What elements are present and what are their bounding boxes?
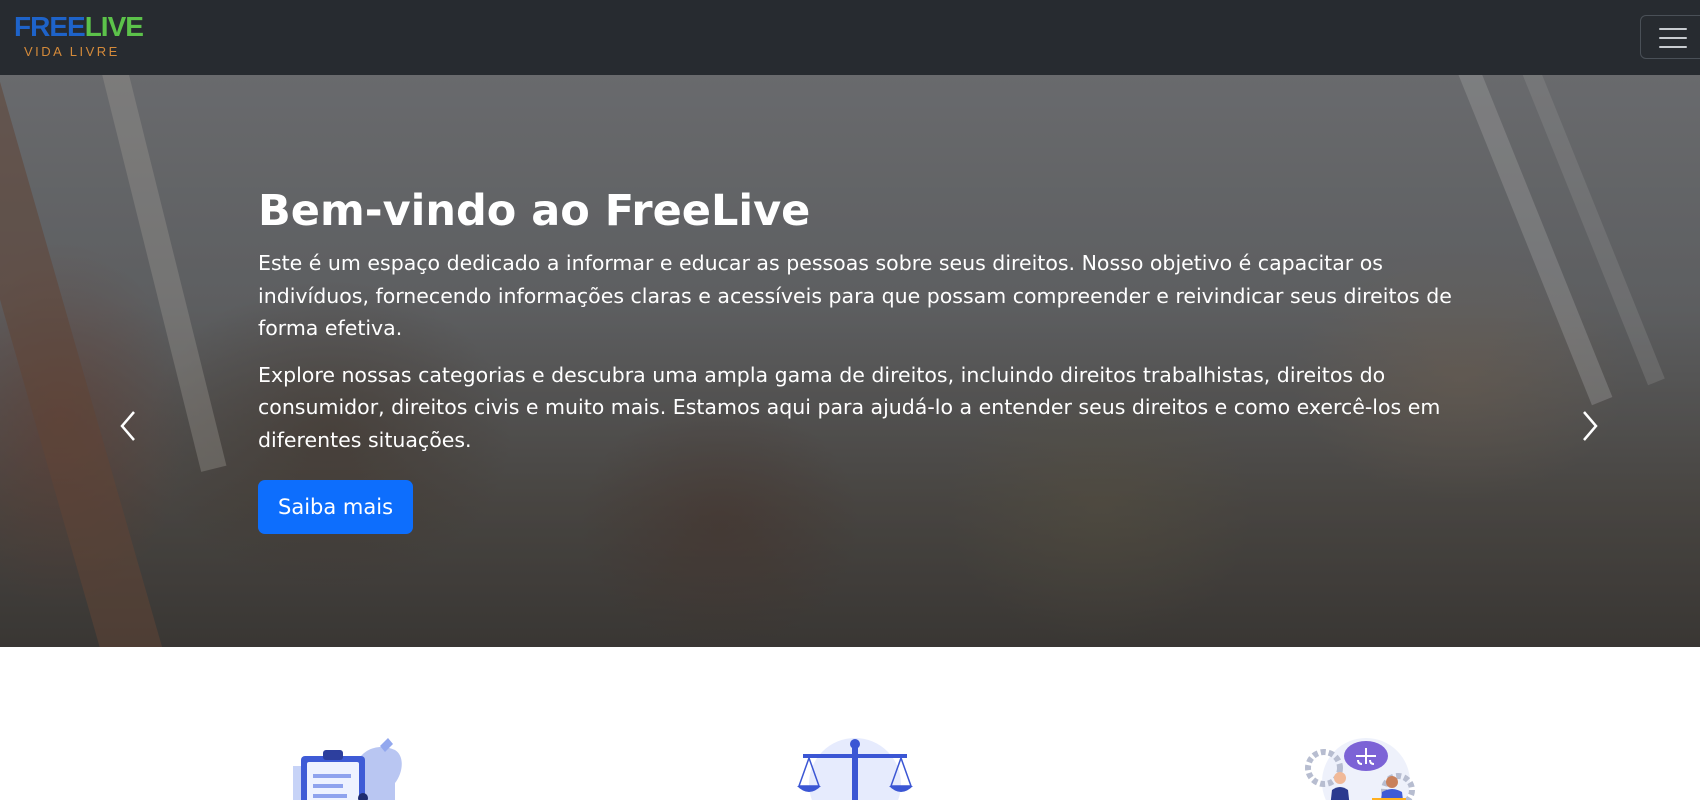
- carousel-next-button[interactable]: [1576, 410, 1602, 442]
- navbar: FREELIVE VIDA LIVRE: [0, 0, 1700, 75]
- clipboard-protest-illustration: [285, 738, 415, 800]
- justice-scale-illustration: [795, 738, 915, 800]
- navbar-toggler-button[interactable]: [1640, 15, 1700, 59]
- chevron-right-icon: [1583, 411, 1598, 441]
- law-gears-illustration: [1302, 738, 1426, 800]
- hero-paragraph-2: Explore nossas categorias e descubra uma…: [258, 362, 1441, 452]
- brand-logo[interactable]: FREELIVE VIDA LIVRE: [14, 12, 144, 62]
- logo-tagline: VIDA LIVRE: [24, 44, 120, 59]
- hero-carousel: Bem-vindo ao FreeLive Este é um espaço d…: [0, 75, 1700, 647]
- carousel-prev-button[interactable]: [116, 410, 142, 442]
- hero-title: Bem-vindo ao FreeLive: [258, 186, 811, 236]
- chevron-left-icon: [120, 411, 135, 441]
- carousel-caption: Bem-vindo ao FreeLive Este é um espaço d…: [258, 183, 1458, 534]
- hero-paragraph-1: Este é um espaço dedicado a informar e e…: [258, 251, 1452, 340]
- saiba-mais-button[interactable]: Saiba mais: [258, 480, 414, 534]
- logo-wordmark: FREELIVE: [14, 11, 144, 42]
